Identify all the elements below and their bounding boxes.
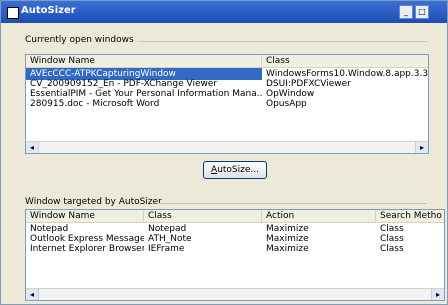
- app-icon: [7, 7, 19, 19]
- cell-class: OpusApp: [266, 99, 307, 109]
- column-header-window-name[interactable]: Window Name: [26, 210, 144, 222]
- horizontal-scrollbar[interactable]: ◂ ▸: [26, 288, 444, 300]
- scroll-right-icon[interactable]: ▸: [415, 142, 428, 153]
- column-header-class[interactable]: Class: [144, 210, 262, 222]
- targeted-windows-header: Window Name Class Action Search Metho: [26, 210, 444, 223]
- autosizer-window: AutoSizer _ □ Currently open windows Win…: [0, 0, 448, 305]
- scroll-right-icon[interactable]: ▸: [431, 289, 444, 300]
- open-windows-header: Window Name Class: [26, 55, 428, 68]
- group-divider: [159, 203, 427, 204]
- cell-window-name: 280915.doc - Microsoft Word: [30, 99, 160, 109]
- autosize-button-label: utoSize...: [217, 165, 259, 175]
- column-header-action[interactable]: Action: [262, 210, 376, 222]
- column-header-search-method[interactable]: Search Metho: [376, 210, 444, 222]
- cell-action: Maximize: [266, 244, 309, 254]
- column-header-window-name[interactable]: Window Name: [26, 55, 262, 67]
- window-title: AutoSizer: [21, 5, 76, 16]
- open-windows-group-label: Currently open windows: [25, 35, 134, 45]
- maximize-button[interactable]: □: [415, 5, 429, 19]
- targeted-windows-group-label: Window targeted by AutoSizer: [25, 197, 162, 207]
- targeted-windows-list[interactable]: Window Name Class Action Search Metho No…: [25, 209, 445, 301]
- group-divider: [137, 41, 427, 42]
- scroll-left-icon[interactable]: ◂: [26, 142, 39, 153]
- horizontal-scrollbar[interactable]: ◂ ▸: [26, 141, 428, 153]
- list-item[interactable]: Internet Explorer Browser IEFrame Maximize…: [26, 243, 444, 255]
- minimize-button[interactable]: _: [399, 5, 413, 19]
- autosize-button[interactable]: AutoSize...: [203, 161, 267, 179]
- open-windows-list[interactable]: Window Name Class AVEcCCC-ATPKCapturingW…: [25, 54, 429, 154]
- cell-class: IEFrame: [148, 244, 185, 254]
- cell-search-method: Class: [380, 244, 404, 254]
- cell-window-name: Internet Explorer Browser: [30, 244, 144, 254]
- title-bar[interactable]: AutoSizer _ □: [1, 1, 447, 23]
- list-item[interactable]: 280915.doc - Microsoft Word OpusApp: [26, 98, 428, 110]
- scroll-left-icon[interactable]: ◂: [26, 289, 39, 300]
- column-header-class[interactable]: Class: [262, 55, 428, 67]
